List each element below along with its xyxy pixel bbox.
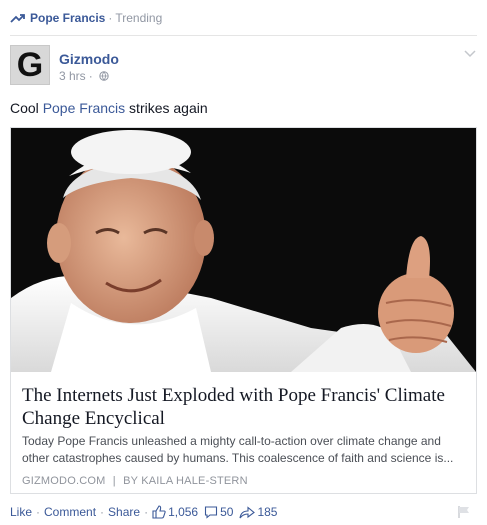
share-icon [239, 506, 256, 519]
share-count[interactable]: 185 [239, 505, 277, 519]
byline-separator: | [112, 475, 116, 487]
post-text-before: Cool [10, 100, 43, 116]
flag-icon[interactable] [457, 505, 471, 519]
avatar-logo-letter: G [16, 46, 44, 84]
share-count-value: 185 [257, 505, 278, 519]
comment-button[interactable]: Comment [44, 505, 96, 519]
post-actions: Like · Comment · Share · 1,056 50 185 [10, 502, 477, 522]
article-byline: BY KAILA HALE-STERN [123, 475, 248, 487]
comment-count[interactable]: 50 [204, 505, 233, 519]
article-title-link[interactable]: The Internets Just Exploded with Pope Fr… [22, 384, 467, 430]
article-description: Today Pope Francis unleashed a mighty ca… [22, 434, 454, 465]
avatar[interactable]: G [10, 45, 50, 85]
trending-divider [10, 35, 477, 36]
trending-separator: · [108, 11, 113, 25]
post-timestamp[interactable]: 3 hrs [59, 69, 86, 83]
trending-icon [10, 14, 25, 23]
page-name-link[interactable]: Gizmodo [59, 51, 119, 67]
like-count-value: 1,056 [168, 505, 199, 519]
action-separator: · [36, 505, 41, 519]
comment-icon [205, 506, 218, 519]
like-button[interactable]: Like [10, 505, 32, 519]
link-preview-card[interactable]: The Internets Just Exploded with Pope Fr… [10, 127, 477, 494]
article-source: GIZMODO.COM | BY KAILA HALE-STERN [22, 475, 248, 487]
post-meta: 3 hrs · [59, 69, 109, 83]
post-message: Cool Pope Francis strikes again [10, 100, 208, 116]
share-button[interactable]: Share [108, 505, 140, 519]
thumbs-up-icon [152, 505, 166, 519]
trending-bar: Pope Francis · Trending [10, 8, 162, 28]
post-text-after: strikes again [125, 100, 208, 116]
like-count[interactable]: 1,056 [152, 505, 198, 519]
globe-icon [98, 71, 109, 81]
post-header: G Gizmodo 3 hrs · [10, 45, 477, 89]
action-separator: · [100, 505, 105, 519]
article-domain: GIZMODO.COM [22, 475, 106, 487]
article-photo[interactable] [11, 128, 476, 372]
action-separator: · [144, 505, 149, 519]
trending-label: Trending [115, 11, 163, 25]
comment-count-value: 50 [220, 505, 234, 519]
trending-topic-link[interactable]: Pope Francis [30, 11, 105, 25]
chevron-down-icon[interactable] [463, 49, 477, 59]
post-mention-link[interactable]: Pope Francis [43, 100, 125, 116]
meta-separator: · [88, 69, 93, 83]
